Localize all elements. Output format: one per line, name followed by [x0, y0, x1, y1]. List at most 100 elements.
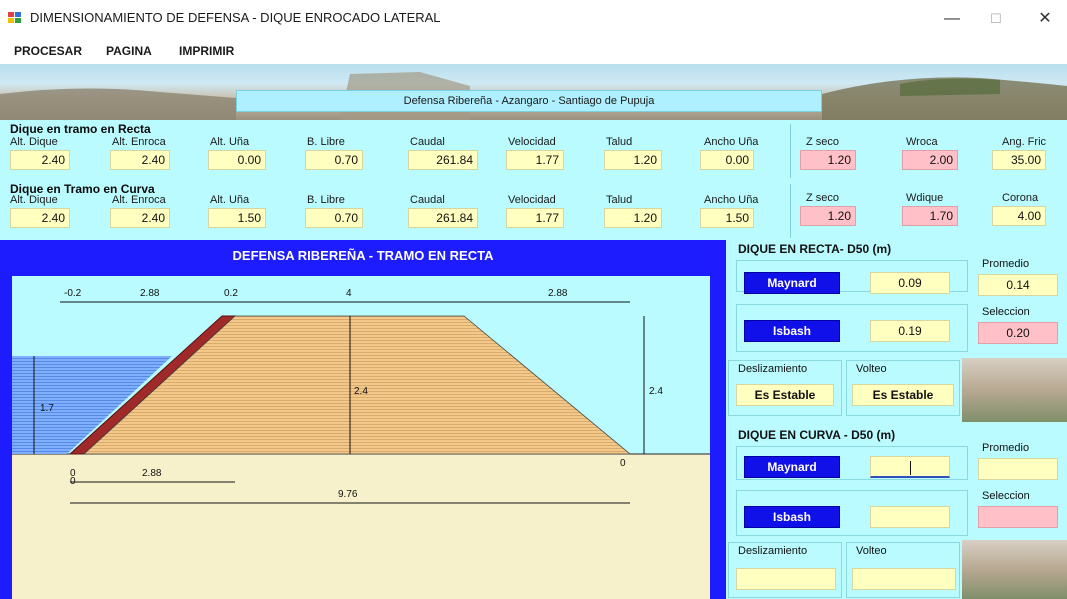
- dim-h-water: 1.7: [40, 403, 54, 414]
- header-banner: Defensa Ribereña - Azangaro - Santiago d…: [0, 64, 1067, 120]
- recta-caudal-label: Caudal: [410, 136, 445, 148]
- recta-caudal-field[interactable]: 261.84: [408, 150, 478, 170]
- curva-talud-field[interactable]: 1.20: [604, 208, 662, 228]
- menu-imprimir[interactable]: IMPRIMIR: [179, 44, 234, 58]
- recta-talud-field[interactable]: 1.20: [604, 150, 662, 170]
- minimize-button[interactable]: —: [930, 4, 974, 34]
- curva-ancho-una-field[interactable]: 1.50: [700, 208, 754, 228]
- dim-bottom-total: 9.76: [338, 489, 358, 500]
- curva-results-heading: DIQUE EN CURVA - D50 (m): [738, 428, 896, 442]
- drawing-title: DEFENSA RIBEREÑA - TRAMO EN RECTA: [232, 248, 494, 263]
- cross-section-drawing: -0.2 2.88 0.2 4 2.88 1.7 2.4 2.4 0 0 0 2…: [12, 276, 710, 599]
- recta-alt-enroca-label: Alt. Enroca: [112, 136, 166, 148]
- deslizamiento-label-recta: Deslizamiento: [738, 363, 808, 375]
- curva-alt-enroca-field[interactable]: 2.40: [110, 208, 170, 228]
- results-panel: DIQUE EN RECTA- D50 (m) Maynard 0.09 Isb…: [726, 240, 1067, 599]
- curva-caudal-label: Caudal: [410, 194, 445, 206]
- dim-bottom-a: 2.88: [142, 468, 162, 479]
- recta-z-seco-label: Z seco: [806, 136, 840, 148]
- river-photo: [962, 358, 1067, 422]
- menu-pagina[interactable]: PAGINA: [106, 44, 152, 58]
- curva-caudal-field[interactable]: 261.84: [408, 208, 478, 228]
- curva-ancho-una-label: Ancho Uña: [704, 194, 759, 206]
- curva-alt-una-field[interactable]: 1.50: [208, 208, 266, 228]
- isbash-value-curva: [870, 506, 950, 528]
- dim-h-mid: 2.4: [354, 386, 368, 397]
- dim-h-right: 2.4: [649, 386, 663, 397]
- isbash-button-recta[interactable]: Isbash: [744, 320, 840, 342]
- seleccion-label-recta: Seleccion: [982, 306, 1030, 318]
- deslizamiento-label-curva: Deslizamiento: [738, 545, 808, 557]
- title-bar: DIMENSIONAMIENTO DE DEFENSA - DIQUE ENRO…: [0, 0, 1067, 38]
- recta-z-seco-field[interactable]: 1.20: [800, 150, 856, 170]
- curva-velocidad-label: Velocidad: [508, 194, 556, 206]
- recta-ang-fric-field[interactable]: 35.00: [992, 150, 1046, 170]
- curva-b-libre-field[interactable]: 0.70: [305, 208, 363, 228]
- dim-top-d: 4: [346, 288, 352, 299]
- recta-talud-label: Talud: [606, 136, 633, 148]
- maynard-button-curva[interactable]: Maynard: [744, 456, 840, 478]
- recta-alt-enroca-field[interactable]: 2.40: [110, 150, 170, 170]
- promedio-value-recta: 0.14: [978, 274, 1058, 296]
- recta-ancho-una-field[interactable]: 0.00: [700, 150, 754, 170]
- dim-bottom-zero-b: 0: [70, 476, 76, 487]
- recta-b-libre-field[interactable]: 0.70: [305, 150, 363, 170]
- recta-alt-una-field[interactable]: 0.00: [208, 150, 266, 170]
- deslizamiento-status-curva: [736, 568, 836, 590]
- menu-bar: PROCESAR PAGINA IMPRIMIR: [0, 38, 1067, 64]
- maynard-button-recta[interactable]: Maynard: [744, 272, 840, 294]
- curva-talud-label: Talud: [606, 194, 633, 206]
- text-cursor: [909, 460, 911, 475]
- recta-wroca-label: Wroca: [906, 136, 938, 148]
- volteo-status-curva: [852, 568, 956, 590]
- curva-wdique-field[interactable]: 1.70: [902, 206, 958, 226]
- recta-alt-dique-field[interactable]: 2.40: [10, 150, 70, 170]
- curva-z-seco-field[interactable]: 1.20: [800, 206, 856, 226]
- promedio-label-recta: Promedio: [982, 258, 1030, 270]
- recta-row-title: Dique en tramo en Recta: [10, 122, 151, 136]
- curva-z-seco-label: Z seco: [806, 192, 840, 204]
- maynard-input-curva[interactable]: [870, 456, 950, 478]
- close-button[interactable]: ✕: [1023, 4, 1067, 34]
- volteo-label-curva: Volteo: [856, 545, 887, 557]
- curva-corona-field[interactable]: 4.00: [992, 206, 1046, 226]
- banner-title: Defensa Ribereña - Azangaro - Santiago d…: [236, 90, 822, 112]
- menu-procesar[interactable]: PROCESAR: [14, 44, 82, 58]
- curva-velocidad-field[interactable]: 1.77: [506, 208, 564, 228]
- recta-velocidad-field[interactable]: 1.77: [506, 150, 564, 170]
- volteo-label-recta: Volteo: [856, 363, 887, 375]
- separator: [790, 184, 791, 238]
- recta-velocidad-label: Velocidad: [508, 136, 556, 148]
- recta-b-libre-label: B. Libre: [307, 136, 345, 148]
- isbash-value-recta: 0.19: [870, 320, 950, 342]
- recta-wroca-field[interactable]: 2.00: [902, 150, 958, 170]
- ground-area: [12, 454, 710, 599]
- curva-params-row: Dique en Tramo en Curva Alt. Dique 2.40 Al…: [0, 180, 1067, 240]
- dim-top-a: -0.2: [64, 288, 82, 299]
- isbash-button-curva[interactable]: Isbash: [744, 506, 840, 528]
- volteo-status-recta: Es Estable: [852, 384, 954, 406]
- dim-top-e: 2.88: [548, 288, 568, 299]
- curva-wdique-label: Wdique: [906, 192, 944, 204]
- curva-corona-label: Corona: [1002, 192, 1039, 204]
- seleccion-value-curva: [978, 506, 1058, 528]
- recta-ang-fric-label: Ang. Fric: [1002, 136, 1047, 148]
- dim-top-b: 2.88: [140, 288, 160, 299]
- dim-top-c: 0.2: [224, 288, 238, 299]
- maximize-button[interactable]: ☐: [974, 4, 1018, 34]
- recta-results-heading: DIQUE EN RECTA- D50 (m): [738, 242, 892, 256]
- curva-alt-enroca-label: Alt. Enroca: [112, 194, 166, 206]
- curva-alt-dique-field[interactable]: 2.40: [10, 208, 70, 228]
- promedio-value-curva: [978, 458, 1058, 480]
- recta-params-row: Dique en tramo en Recta Alt. Dique 2.40 Al…: [0, 120, 1067, 180]
- curva-b-libre-label: B. Libre: [307, 194, 345, 206]
- recta-ancho-una-label: Ancho Uña: [704, 136, 759, 148]
- recta-alt-una-label: Alt. Uña: [210, 136, 250, 148]
- seleccion-label-curva: Seleccion: [982, 490, 1030, 502]
- dim-zero-right: 0: [620, 458, 626, 469]
- seleccion-value-recta: 0.20: [978, 322, 1058, 344]
- recta-alt-dique-label: Alt. Dique: [10, 136, 58, 148]
- promedio-label-curva: Promedio: [982, 442, 1030, 454]
- river-photo-2: [962, 540, 1067, 599]
- separator: [790, 124, 791, 178]
